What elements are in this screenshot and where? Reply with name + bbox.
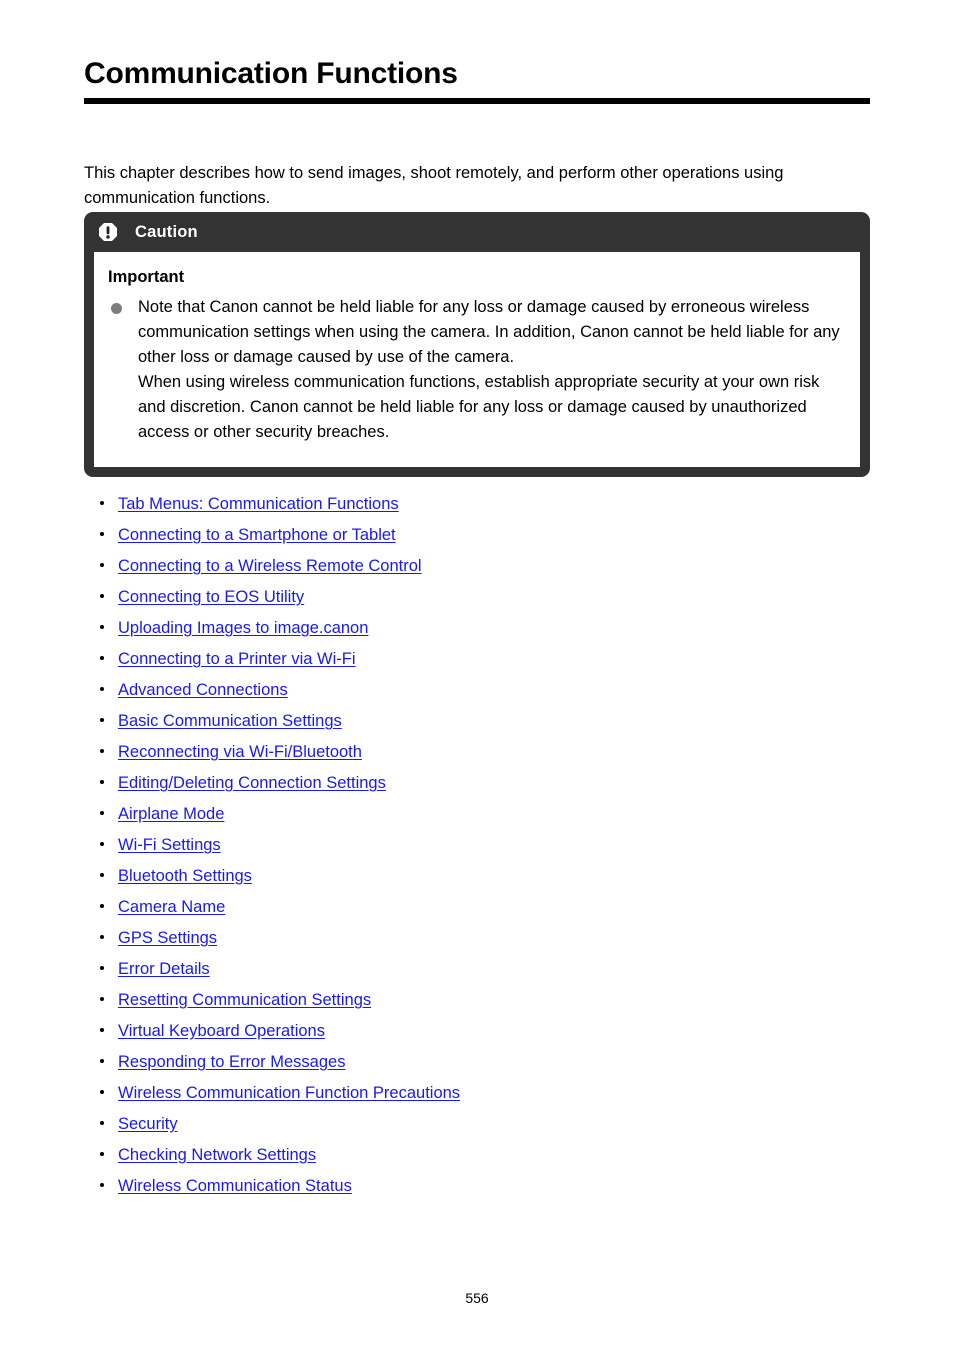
bullet-icon [100,935,104,939]
link-checking-network-settings[interactable]: Checking Network Settings [118,1146,316,1164]
list-item: Security [96,1112,876,1143]
list-item: Connecting to EOS Utility [96,585,876,616]
link-tab-menus-communication-functions[interactable]: Tab Menus: Communication Functions [118,495,399,513]
bullet-icon [100,1183,104,1187]
caution-header: Caution [84,212,870,252]
list-item: Connecting to a Smartphone or Tablet [96,523,876,554]
page-number: 556 [465,1290,489,1306]
bullet-icon [100,1152,104,1156]
link-uploading-images-to-image-canon[interactable]: Uploading Images to image.canon [118,619,368,637]
list-item: Wireless Communication Status [96,1174,876,1205]
bullet-icon [100,904,104,908]
list-item: Camera Name [96,895,876,926]
link-editing-deleting-connection-settings[interactable]: Editing/Deleting Connection Settings [118,774,386,792]
list-item: Wi-Fi Settings [96,833,876,864]
link-connecting-to-a-smartphone-or-tablet[interactable]: Connecting to a Smartphone or Tablet [118,526,396,544]
bullet-icon [100,532,104,536]
caution-body: Important Note that Canon cannot be held… [94,252,860,467]
bullet-icon [100,1059,104,1063]
list-item: Virtual Keyboard Operations [96,1019,876,1050]
link-connecting-to-a-printer-via-wifi[interactable]: Connecting to a Printer via Wi-Fi [118,650,356,668]
link-connecting-to-a-wireless-remote-control[interactable]: Connecting to a Wireless Remote Control [118,557,422,575]
page-title: Communication Functions [84,57,458,90]
bullet-icon [100,966,104,970]
intro-paragraph: This chapter describes how to send image… [84,163,784,207]
title-divider [84,98,870,104]
list-item: Basic Communication Settings [96,709,876,740]
list-item: Airplane Mode [96,802,876,833]
chapter-link-list: Tab Menus: Communication Functions Conne… [96,492,876,1205]
bullet-icon [100,997,104,1001]
list-item: Tab Menus: Communication Functions [96,492,876,523]
bullet-icon [100,811,104,815]
link-wifi-settings[interactable]: Wi-Fi Settings [118,836,221,854]
link-connecting-to-eos-utility[interactable]: Connecting to EOS Utility [118,588,304,606]
link-wireless-communication-status[interactable]: Wireless Communication Status [118,1177,352,1195]
link-reconnecting-via-wifi-bluetooth[interactable]: Reconnecting via Wi-Fi/Bluetooth [118,743,362,761]
caution-note-text: When using wireless communication functi… [138,373,820,441]
document-page: Communication Functions This chapter des… [0,0,954,1345]
exclamation-octagon-icon [98,222,118,242]
bullet-icon [100,656,104,660]
list-item: Uploading Images to image.canon [96,616,876,647]
list-item: Resetting Communication Settings [96,988,876,1019]
bullet-icon [100,563,104,567]
caution-note-list: Note that Canon cannot be held liable fo… [106,295,844,445]
link-wireless-communication-function-precautions[interactable]: Wireless Communication Function Precauti… [118,1084,460,1102]
list-item: Connecting to a Wireless Remote Control [96,554,876,585]
bullet-icon [100,749,104,753]
link-basic-communication-settings[interactable]: Basic Communication Settings [118,712,342,730]
link-security[interactable]: Security [118,1115,178,1133]
bullet-icon [100,718,104,722]
caution-header-label: Caution [135,222,198,241]
link-error-details[interactable]: Error Details [118,960,210,978]
list-item: Wireless Communication Function Precauti… [96,1081,876,1112]
link-responding-to-error-messages[interactable]: Responding to Error Messages [118,1053,345,1071]
link-bluetooth-settings[interactable]: Bluetooth Settings [118,867,252,885]
list-item: Reconnecting via Wi-Fi/Bluetooth [96,740,876,771]
bullet-icon [100,687,104,691]
link-advanced-connections[interactable]: Advanced Connections [118,681,288,699]
caution-callout: Caution Important Note that Canon cannot… [84,212,870,477]
link-virtual-keyboard-operations[interactable]: Virtual Keyboard Operations [118,1022,325,1040]
bullet-icon [100,501,104,505]
bullet-icon [111,303,122,314]
caution-note-item: Note that Canon cannot be held liable fo… [106,295,844,445]
list-item: Advanced Connections [96,678,876,709]
list-item: Bluetooth Settings [96,864,876,895]
bullet-icon [100,1121,104,1125]
bullet-icon [100,594,104,598]
list-item: GPS Settings [96,926,876,957]
bullet-icon [100,780,104,784]
link-camera-name[interactable]: Camera Name [118,898,225,916]
bullet-icon [100,842,104,846]
list-item: Editing/Deleting Connection Settings [96,771,876,802]
bullet-icon [100,873,104,877]
title-block: Communication Functions [84,55,870,104]
link-airplane-mode[interactable]: Airplane Mode [118,805,224,823]
list-item: Error Details [96,957,876,988]
list-item: Responding to Error Messages [96,1050,876,1081]
caution-subtitle: Important [108,268,185,286]
bullet-icon [100,1090,104,1094]
link-resetting-communication-settings[interactable]: Resetting Communication Settings [118,991,371,1009]
bullet-icon [100,1028,104,1032]
list-item: Connecting to a Printer via Wi-Fi [96,647,876,678]
list-item: Checking Network Settings [96,1143,876,1174]
bullet-icon [100,625,104,629]
link-gps-settings[interactable]: GPS Settings [118,929,217,947]
caution-note-text: Note that Canon cannot be held liable fo… [138,298,840,366]
